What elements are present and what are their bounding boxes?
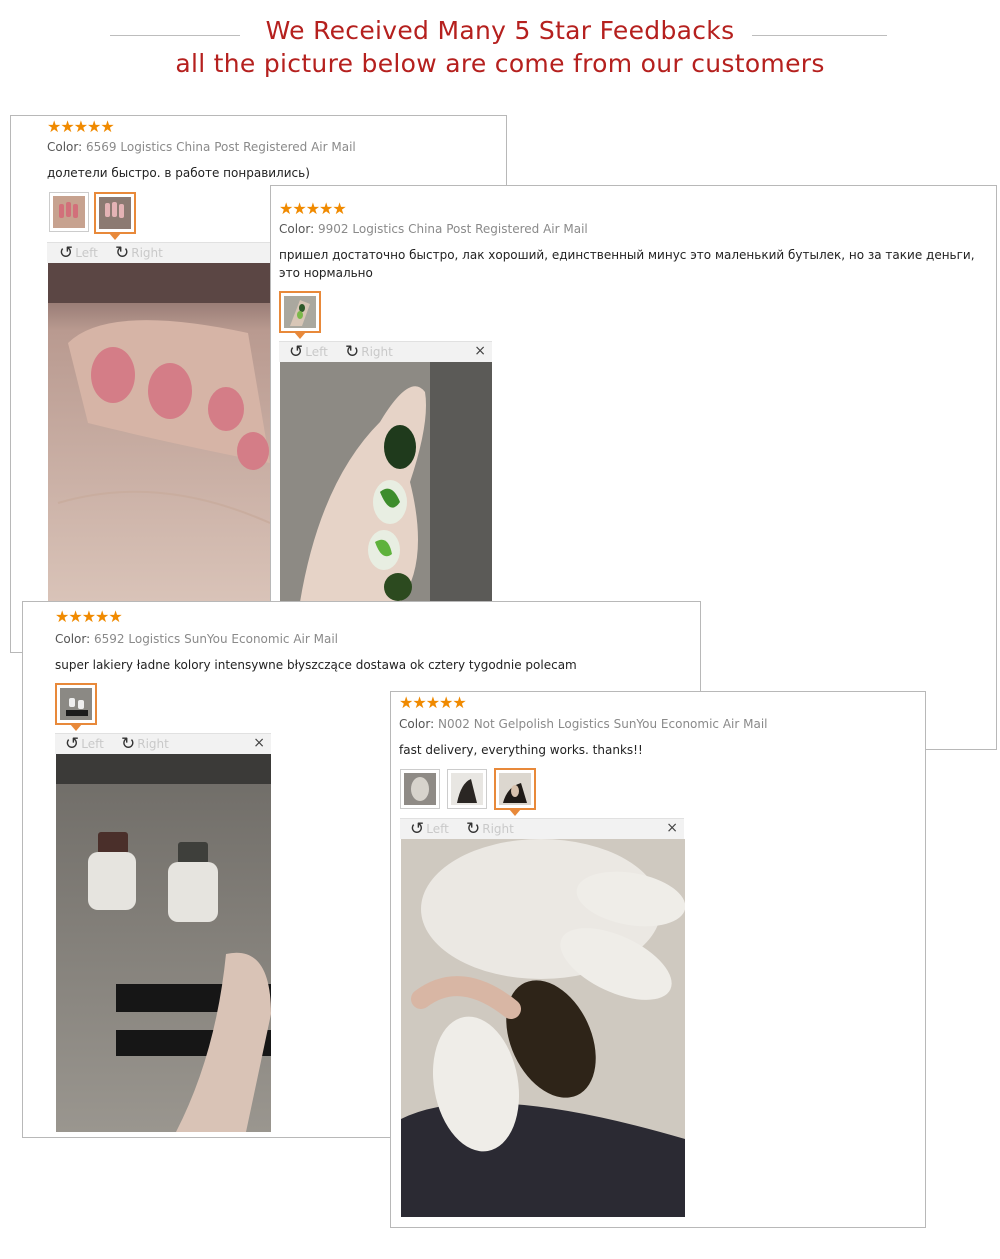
close-viewer-button[interactable]: × [666,820,678,836]
review-meta: Color: N002 Not Gelpolish Logistics SunY… [399,717,768,731]
image-viewer-toolbar: ↺ Left ↻ Right × [55,733,271,754]
close-viewer-button[interactable]: × [474,343,486,359]
review-text: super lakiery ładne kolory intensywne bł… [55,658,577,672]
page-title: We Received Many 5 Star Feedbacks [265,16,735,45]
logistics-info: Logistics China Post Registered Air Mail [352,222,588,236]
rotate-left-button[interactable]: ↺ Left [410,820,449,838]
rotate-right-icon: ↻ [345,342,360,362]
rotate-right-button[interactable]: ↻ Right [466,820,514,838]
review-photo-large [280,362,492,602]
color-value: 6569 [86,140,117,154]
page-subtitle: all the picture below are come from our … [175,49,825,78]
rotate-right-icon: ↻ [115,243,130,263]
nail-swatch-wheel-photo [401,839,685,1217]
star-rating: ★★★★★ [399,693,467,712]
rotate-left-button[interactable]: ↺ Left [289,343,328,361]
rotate-left-icon: ↺ [59,243,74,263]
image-viewer-toolbar: ↺ Left ↻ Right × [400,818,684,839]
review-photo-large [48,263,270,601]
rotate-left-button[interactable]: ↺ Left [59,244,98,262]
rotate-right-icon: ↻ [466,819,481,839]
close-viewer-button[interactable]: × [253,735,265,751]
color-value: 9902 [318,222,349,236]
rotate-left-label: Left [305,345,328,359]
rotate-left-label: Left [75,246,98,260]
star-rating: ★★★★★ [55,607,123,626]
nail-photo-thumb [451,773,483,805]
photo-thumbnail-3[interactable] [494,768,536,810]
image-viewer-toolbar: ↺ Left ↻ Right × [279,341,492,362]
active-thumb-indicator [70,724,82,731]
review-meta: Color: 6592 Logistics SunYou Economic Ai… [55,632,338,646]
logistics-info: Logistics China Post Registered Air Mail [120,140,356,154]
rotate-right-label: Right [137,737,169,751]
pink-nails-photo [48,263,270,601]
active-thumb-indicator [509,809,521,816]
rotate-left-icon: ↺ [289,342,304,362]
color-label: Color: [279,222,315,236]
photo-thumbnail-1[interactable] [279,291,321,333]
rotate-left-label: Left [81,737,104,751]
polish-bottles-photo [56,754,271,1132]
color-value: 6592 [94,632,125,646]
rotate-left-label: Left [426,822,449,836]
nail-photo-thumb [499,773,531,805]
photo-thumbnail-2[interactable] [94,192,136,234]
rotate-left-button[interactable]: ↺ Left [65,735,104,753]
color-label: Color: [47,140,83,154]
rotate-left-icon: ↺ [65,734,80,754]
photo-thumbnail-1[interactable] [49,192,89,232]
review-text: пришел достаточно быстро, лак хороший, е… [279,248,975,280]
photo-thumbnail-2[interactable] [447,769,487,809]
image-viewer-toolbar: ↺ Left ↻ Right [47,242,271,263]
review-photo-large [401,839,685,1217]
logistics-info: Logistics SunYou Economic Air Mail [128,632,338,646]
active-thumb-indicator [109,233,121,240]
star-rating: ★★★★★ [279,199,347,218]
rotate-right-label: Right [131,246,163,260]
rotate-right-button[interactable]: ↻ Right [115,244,163,262]
review-text: fast delivery, everything works. thanks!… [399,743,643,757]
rotate-right-button[interactable]: ↻ Right [345,343,393,361]
review-text: долетели быстро. в работе понравились) [47,166,310,180]
color-value: N002 Not Gelpolish [438,717,555,731]
rotate-right-button[interactable]: ↻ Right [121,735,169,753]
nail-photo-thumb [404,773,436,805]
color-label: Color: [55,632,91,646]
active-thumb-indicator [294,332,306,339]
nail-photo-thumb [99,197,131,229]
photo-thumbnail-1[interactable] [55,683,97,725]
review-card-4: ★★★★★ Color: N002 Not Gelpolish Logistic… [390,691,926,1228]
star-rating: ★★★★★ [47,117,115,136]
photo-thumbnail-1[interactable] [400,769,440,809]
green-nails-photo [280,362,492,602]
review-meta: Color: 6569 Logistics China Post Registe… [47,140,356,154]
rotate-right-label: Right [361,345,393,359]
nail-photo-thumb [53,196,85,228]
rotate-right-icon: ↻ [121,734,136,754]
review-meta: Color: 9902 Logistics China Post Registe… [279,222,588,236]
logistics-info: Logistics SunYou Economic Air Mail [557,717,768,731]
nail-photo-thumb [284,296,316,328]
rotate-left-icon: ↺ [410,819,425,839]
rotate-right-label: Right [482,822,514,836]
review-photo-large [56,754,271,1132]
bottle-photo-thumb [60,688,92,720]
color-label: Color: [399,717,435,731]
